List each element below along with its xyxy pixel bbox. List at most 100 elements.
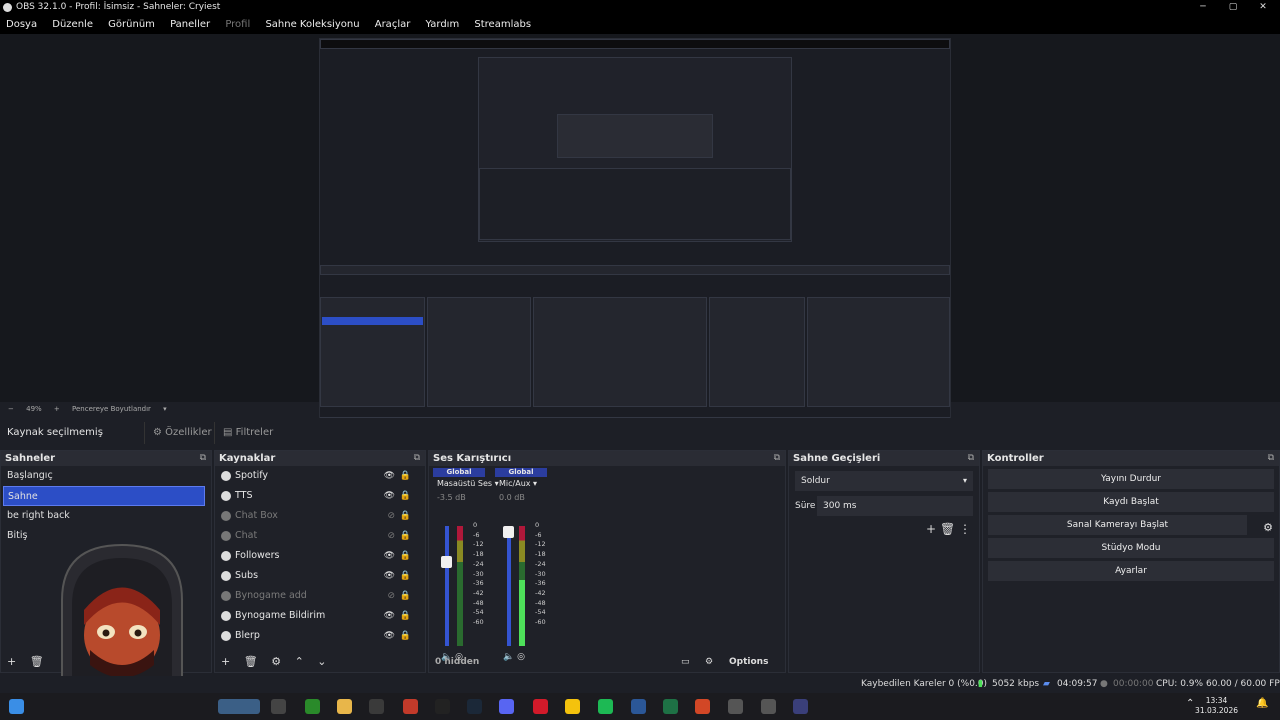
zoom-in-button[interactable]: + [54,405,60,413]
virtual-camera-gear-icon[interactable]: ⚙ [1263,521,1273,534]
scene-item-sahne[interactable]: Sahne [3,486,205,506]
menu-profile[interactable]: Profil [219,15,256,34]
source-item-blerp[interactable]: Blerp 👁 🔒 [215,626,425,646]
duration-input[interactable]: 300 ms [817,496,973,516]
lock-icon[interactable]: 🔒 [400,486,411,506]
start-virtual-camera-button[interactable]: Sanal Kamerayı Başlat [988,515,1247,535]
menu-docks[interactable]: Paneller [164,15,216,34]
streamlabs-icon[interactable] [793,699,808,714]
menu-streamlabs[interactable]: Streamlabs [468,15,537,34]
menu-view[interactable]: Görünüm [102,15,161,34]
move-up-button[interactable]: ⌃ [295,655,304,668]
spotify-icon[interactable] [598,699,613,714]
lock-icon[interactable]: 🔒 [400,626,411,646]
source-item-subs[interactable]: Subs 👁 🔒 [215,566,425,586]
start-recording-button[interactable]: Kaydı Başlat [988,492,1274,512]
lock-icon[interactable]: 🔒 [400,606,411,626]
zoom-out-button[interactable]: − [8,405,14,413]
source-item-chat-box[interactable]: Chat Box ⊘ 🔒 [215,506,425,526]
eye-icon[interactable]: 👁 [384,486,395,506]
lock-icon[interactable]: 🔒 [400,466,411,486]
lock-icon[interactable]: 🔒 [400,586,411,606]
app-icon[interactable] [403,699,418,714]
layout-toggle-icon[interactable]: ▭ [681,652,690,672]
menu-help[interactable]: Yardım [420,15,466,34]
lock-icon[interactable]: 🔒 [400,526,411,546]
maximize-button[interactable]: ▢ [1216,0,1250,15]
chat-icon[interactable] [728,699,743,714]
menu-scene-collection[interactable]: Sahne Koleksiyonu [259,15,365,34]
widgets-icon[interactable] [218,699,260,714]
eye-slash-icon[interactable]: ⊘ [387,526,395,546]
undock-icon[interactable]: ⧉ [968,451,974,466]
source-item-chat[interactable]: Chat ⊘ 🔒 [215,526,425,546]
remove-source-button[interactable]: 🗑 [244,655,258,668]
stop-stream-button[interactable]: Yayını Durdur [988,469,1274,489]
chrome-icon[interactable] [565,699,580,714]
undock-icon[interactable]: ⧉ [1268,451,1274,466]
add-source-button[interactable]: + [221,655,230,668]
eye-icon[interactable]: 👁 [384,606,395,626]
close-button[interactable]: ✕ [1246,0,1280,15]
filters-button[interactable]: ▤ Filtreler [214,422,281,444]
eye-slash-icon[interactable]: ⊘ [387,506,395,526]
more-options-icon[interactable]: ⋮ [959,522,971,536]
lock-icon[interactable]: 🔒 [400,566,411,586]
windows-start-icon[interactable] [9,699,24,714]
tray-chevron-icon[interactable]: ⌃ [1186,698,1194,709]
source-item-spotify[interactable]: Spotify 👁 🔒 [215,466,425,486]
move-down-button[interactable]: ⌄ [317,655,326,668]
remove-transition-icon[interactable]: 🗑 [940,522,955,536]
properties-button[interactable]: ⚙ Özellikler [144,422,220,444]
source-item-tts[interactable]: TTS 👁 🔒 [215,486,425,506]
system-clock[interactable]: 13:34 31.03.2026 [1195,696,1238,716]
epic-games-icon[interactable] [435,699,450,714]
source-item-bynogame-bildirim[interactable]: Bynogame Bildirim 👁 🔒 [215,606,425,626]
undock-icon[interactable]: ⧉ [414,451,420,466]
notifications-icon[interactable]: 🔔 [1256,698,1268,709]
volume-fader-knob[interactable] [441,556,452,568]
volume-fader-track[interactable] [445,526,449,646]
preview-canvas[interactable] [319,38,951,432]
lock-icon[interactable]: 🔒 [400,506,411,526]
add-scene-button[interactable]: + [7,655,16,668]
source-item-bynogame-add[interactable]: Bynogame add ⊘ 🔒 [215,586,425,606]
menu-file[interactable]: Dosya [0,15,43,34]
preview-area[interactable] [0,34,1280,432]
excel-icon[interactable] [663,699,678,714]
channel-name-dropdown[interactable]: Masaüstü Ses ▾ [433,477,499,491]
source-properties-button[interactable]: ⚙ [271,655,281,668]
settings-button[interactable]: Ayarlar [988,561,1274,581]
menu-tools[interactable]: Araçlar [369,15,417,34]
add-transition-icon[interactable]: + [926,522,936,536]
xbox-icon[interactable] [305,699,320,714]
opera-icon[interactable] [533,699,548,714]
eye-icon[interactable]: 👁 [384,466,395,486]
powerpoint-icon[interactable] [695,699,710,714]
lock-icon[interactable]: 🔒 [400,546,411,566]
eye-icon[interactable]: 👁 [384,566,395,586]
menu-edit[interactable]: Düzenle [46,15,99,34]
store-icon[interactable] [369,699,384,714]
task-view-icon[interactable] [271,699,286,714]
scene-item-brb[interactable]: be right back [1,506,211,526]
volume-fader-knob[interactable] [503,526,514,538]
scene-item-start[interactable]: Başlangıç [1,466,211,486]
obs-taskbar-icon[interactable] [761,699,776,714]
volume-fader-track[interactable] [507,526,511,646]
undock-icon[interactable]: ⧉ [200,451,206,466]
studio-mode-button[interactable]: Stüdyo Modu [988,538,1274,558]
file-explorer-icon[interactable] [337,699,352,714]
eye-icon[interactable]: 👁 [384,546,395,566]
transition-type-select[interactable]: Soldur ▾ [795,471,973,491]
discord-icon[interactable] [499,699,514,714]
advanced-audio-icon[interactable]: ⚙ [705,652,713,672]
channel-name-dropdown[interactable]: Mic/Aux ▾ [495,477,547,491]
word-icon[interactable] [631,699,646,714]
source-item-followers[interactable]: Followers 👁 🔒 [215,546,425,566]
steam-icon[interactable] [467,699,482,714]
eye-icon[interactable]: 👁 [384,626,395,646]
minimize-button[interactable]: ─ [1186,0,1220,15]
undock-icon[interactable]: ⧉ [774,451,780,466]
eye-slash-icon[interactable]: ⊘ [387,586,395,606]
